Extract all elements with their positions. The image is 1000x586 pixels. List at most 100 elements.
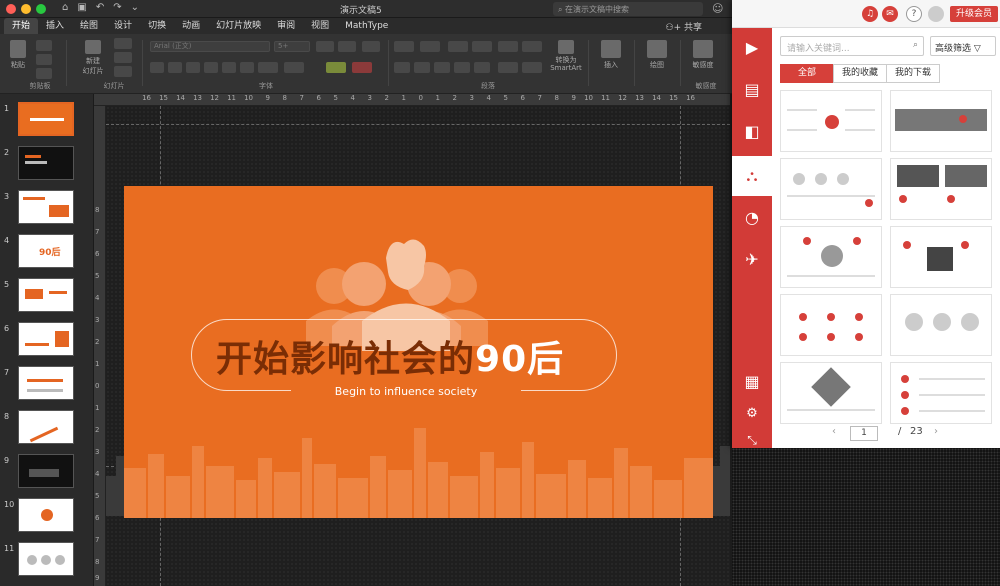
tab-home[interactable]: 开始 (4, 18, 39, 34)
tab-mathtype[interactable]: MathType (337, 18, 396, 34)
org-chart-icon[interactable]: ⛬ (732, 156, 772, 196)
slide-thumbnail-pane[interactable]: 1 2 3 4 90后 5 6 7 8 9 10 11 (0, 94, 94, 586)
slide-thumbnail[interactable]: 6 (0, 322, 93, 362)
insert-shape-button[interactable]: 插入 (596, 40, 626, 70)
rocket-icon[interactable]: ✈ (732, 240, 772, 280)
prev-page-button[interactable]: ‹ (832, 426, 836, 437)
audio-icon[interactable]: ♫ (862, 6, 878, 22)
thumb-block (29, 469, 59, 477)
template-card[interactable] (780, 226, 882, 288)
tab-design[interactable]: 设计 (106, 18, 140, 34)
ruler-tick-label: 16 (686, 94, 695, 102)
tab-insert[interactable]: 插入 (38, 18, 72, 34)
window-controls[interactable] (6, 4, 46, 14)
card-line (787, 409, 875, 411)
ruler-tick-label: 14 (176, 94, 185, 102)
ruler-tick-label: 6 (316, 94, 321, 102)
slide-title[interactable]: 开始影响社会的90后 (216, 330, 616, 382)
template-card[interactable] (780, 158, 882, 220)
slide-thumbnail[interactable]: 7 (0, 366, 93, 406)
slide-thumbnail[interactable]: 2 (0, 146, 93, 186)
notification-icon[interactable]: ✉ (882, 6, 898, 22)
slide-thumbnail[interactable]: 5 (0, 278, 93, 318)
upgrade-vip-button[interactable]: 升级会员 (950, 6, 998, 22)
undo-icon[interactable]: ↶ (96, 2, 104, 13)
minimize-window-button[interactable] (21, 4, 31, 14)
template-card[interactable] (780, 90, 882, 152)
slide-thumbnail[interactable]: 9 (0, 454, 93, 494)
share-button[interactable]: ⚇+ 共享 (666, 20, 703, 33)
card-shape (815, 173, 827, 185)
slide-number: 1 (4, 104, 10, 113)
current-slide[interactable]: 开始影响社会的90后 Begin to influence society (124, 186, 713, 518)
document-template-icon[interactable]: ▤ (732, 70, 772, 110)
filter-tab-downloads[interactable]: 我的下载 (886, 64, 940, 83)
pen-icon (647, 40, 667, 58)
group-label-clipboard: 剪贴板 (29, 82, 51, 90)
elements-icon[interactable]: ◧ (732, 112, 772, 152)
ruler-tick-label: 6 (95, 514, 100, 522)
ribbon-divider (634, 40, 635, 86)
tab-animations[interactable]: 动画 (174, 18, 208, 34)
panel-content: 请输入关键词... ⌕ 高级筛选 ▽ 全部 我的收藏 我的下载 ‹ 1 / 23 … (772, 28, 1000, 448)
slide-thumbnail[interactable]: 8 (0, 410, 93, 450)
ruler-tick-label: 7 (299, 94, 304, 102)
slide-title-part1: 开始影响社会的 (216, 339, 476, 380)
template-card[interactable] (780, 294, 882, 356)
search-document-input[interactable]: ⌕ 在演示文稿中搜索 (553, 2, 703, 16)
ruler-tick-label: 16 (142, 94, 151, 102)
template-card[interactable] (890, 294, 992, 356)
zoom-window-button[interactable] (36, 4, 46, 14)
tab-draw[interactable]: 绘图 (72, 18, 106, 34)
next-page-button[interactable]: › (934, 426, 938, 437)
card-shape (903, 241, 911, 249)
tab-transitions[interactable]: 切换 (140, 18, 174, 34)
ruler-tick-label: 3 (469, 94, 474, 102)
ruler-tick-label: 6 (520, 94, 525, 102)
slideshow-template-icon[interactable]: ▶ (732, 28, 772, 68)
card-shape (899, 195, 907, 203)
tab-slideshow[interactable]: 幻灯片放映 (208, 18, 269, 34)
slide-thumbnail[interactable]: 11 (0, 542, 93, 582)
slide-editor-canvas[interactable]: 开始影响社会的90后 Begin to influence society (106, 106, 730, 586)
tab-review[interactable]: 审阅 (269, 18, 303, 34)
thumbnail-preview (18, 278, 74, 312)
card-image (927, 247, 953, 271)
avatar[interactable] (928, 6, 944, 22)
save-icon[interactable]: ▣ (77, 2, 86, 13)
search-icon: ⌕ (912, 40, 918, 50)
filter-tab-favorites[interactable]: 我的收藏 (833, 64, 887, 83)
slide-thumbnail[interactable]: 1 (0, 102, 93, 142)
thumb-circle (41, 555, 51, 565)
template-plugin-panel: ♫ ✉ ? 升级会员 ▶ ▤ ◧ ⛬ ◔ ✈ ▦ ⚙ ⤡ 请输入关键词... ⌕ … (732, 0, 1000, 448)
template-card[interactable] (890, 226, 992, 288)
close-window-button[interactable] (6, 4, 16, 14)
ruler-tick-label: 15 (669, 94, 678, 102)
redo-icon[interactable]: ↷ (113, 2, 121, 13)
template-card[interactable] (890, 362, 992, 424)
card-image (895, 109, 987, 131)
template-card[interactable] (780, 362, 882, 424)
template-card[interactable] (890, 90, 992, 152)
slide-thumbnail[interactable]: 4 90后 (0, 234, 93, 274)
tab-view[interactable]: 视图 (303, 18, 337, 34)
card-shape (799, 313, 807, 321)
draw-button[interactable]: 绘图 (642, 40, 672, 70)
clipboard-group: 剪贴板 (0, 36, 80, 91)
filter-tab-all[interactable]: 全部 (780, 64, 834, 83)
chart-icon[interactable]: ◔ (732, 198, 772, 238)
thumb-block (55, 331, 69, 347)
slide-subtitle[interactable]: Begin to influence society (291, 385, 521, 398)
advanced-filter-button[interactable]: 高级筛选 ▽ (930, 36, 996, 56)
template-search-input[interactable]: 请输入关键词... ⌕ (780, 36, 924, 56)
slide-thumbnail[interactable]: 3 (0, 190, 93, 230)
template-card[interactable] (890, 158, 992, 220)
filter-icon: ▽ (973, 44, 981, 54)
feedback-smiley-icon[interactable]: ☺ (712, 2, 723, 15)
page-number-input[interactable]: 1 (850, 426, 878, 441)
home-icon[interactable]: ⌂ (62, 2, 68, 13)
help-icon[interactable]: ? (906, 6, 922, 22)
more-icon[interactable]: ⌄ (131, 2, 139, 13)
slide-thumbnail[interactable]: 10 (0, 498, 93, 538)
card-line (787, 129, 817, 131)
